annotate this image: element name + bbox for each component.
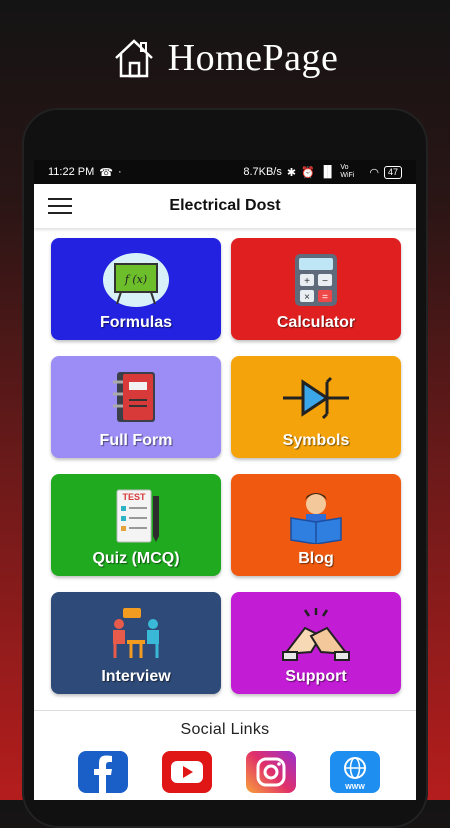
instagram-link[interactable] [246, 751, 296, 793]
facebook-link[interactable] [78, 751, 128, 793]
notebook-icon [113, 372, 155, 422]
svg-text:×: × [304, 292, 310, 303]
svg-text:=: = [322, 292, 328, 303]
phone-icon: ☎ [99, 166, 113, 179]
tile-label: Symbols [282, 432, 350, 449]
phone-screen: 11:22 PM ☎ · 8.7KB/s ✱ ⏰ ▐▌ Vo WiFi ◠ 47… [34, 160, 416, 800]
social-links-row: WWW [34, 751, 416, 793]
tile-label: Support [285, 668, 347, 685]
signal-icon: ▐▌ [319, 166, 336, 178]
app-title: Electrical Dost [169, 197, 281, 214]
interview-tile[interactable]: Interview [51, 592, 221, 694]
vowifi-label: Vo WiFi [340, 164, 355, 179]
tile-label: Formulas [99, 314, 172, 331]
svg-text:WWW: WWW [345, 784, 365, 791]
social-links-title: Social Links [180, 721, 270, 738]
tile-label: Quiz (MCQ) [92, 550, 180, 567]
interview-icon [113, 608, 159, 658]
tile-label: Blog [298, 550, 334, 567]
full-form-tile[interactable]: Full Form [51, 356, 221, 458]
svg-text:f (x): f (x) [124, 273, 147, 286]
calculator-tile[interactable]: + − × = Calculator [231, 238, 401, 340]
bluetooth-icon: ✱ [286, 166, 297, 179]
hamburger-menu-icon[interactable] [48, 198, 72, 214]
formula-board-icon: f (x) [103, 253, 169, 307]
home-icon [114, 39, 153, 78]
svg-text:+: + [304, 276, 310, 287]
test-paper-icon: TEST [116, 489, 159, 543]
website-icon: WWW [344, 757, 366, 791]
facebook-icon [94, 755, 112, 793]
quiz-tile[interactable]: TEST Quiz (MCQ) [51, 474, 221, 576]
hero-title: HomePage [167, 37, 339, 79]
hero-header: HomePage [0, 30, 450, 86]
alarm-icon: ⏰ [301, 166, 315, 179]
svg-text:TEST: TEST [122, 492, 146, 502]
divider [34, 710, 416, 711]
calculator-icon: + − × = [295, 254, 337, 306]
svg-text:−: − [322, 276, 328, 287]
formulas-tile[interactable]: f (x) Formulas [51, 238, 221, 340]
handshake-icon [282, 608, 350, 661]
instagram-icon [256, 757, 286, 787]
website-link[interactable]: WWW [330, 751, 380, 793]
feature-grid: f (x) Formulas + − × = Calculator Full F… [34, 228, 416, 694]
network-speed: 8.7KB/s [243, 166, 282, 178]
tile-label: Interview [101, 668, 171, 685]
diode-symbol-icon [283, 376, 349, 420]
app-bar: Electrical Dost [34, 184, 416, 228]
status-time: 11:22 PM [48, 166, 95, 178]
tile-label: Full Form [99, 432, 173, 449]
youtube-icon [171, 761, 203, 783]
battery-indicator: 47 [383, 165, 402, 179]
reading-person-icon [290, 493, 342, 544]
blog-tile[interactable]: Blog [231, 474, 401, 576]
status-bar: 11:22 PM ☎ · 8.7KB/s ✱ ⏰ ▐▌ Vo WiFi ◠ 47 [34, 160, 416, 184]
youtube-link[interactable] [162, 751, 212, 793]
tile-label: Calculator [276, 314, 356, 331]
wifi-icon: ◠ [369, 166, 379, 179]
support-tile[interactable]: Support [231, 592, 401, 694]
symbols-tile[interactable]: Symbols [231, 356, 401, 458]
